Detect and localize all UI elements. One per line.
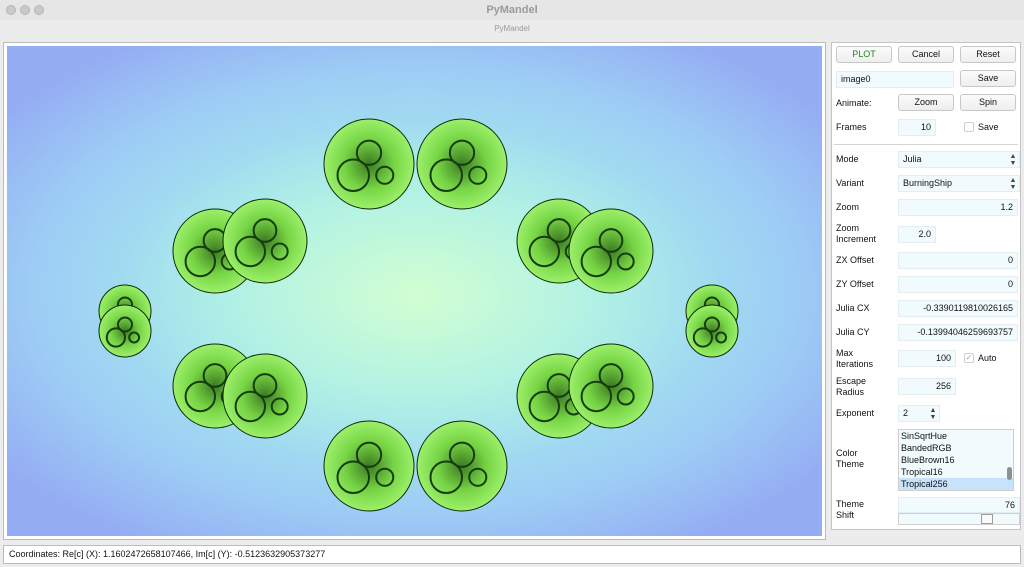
- variant-label: Variant: [836, 178, 864, 188]
- color-theme-option[interactable]: BlueBrown16: [899, 454, 1013, 466]
- reset-button[interactable]: Reset: [960, 46, 1016, 63]
- select-arrows-icon: ▲ ▼: [1009, 177, 1017, 191]
- theme-shift-slider[interactable]: [898, 513, 1020, 525]
- zy-offset-input[interactable]: 0: [898, 276, 1018, 293]
- zoom-input[interactable]: 1.2: [898, 199, 1018, 216]
- color-theme-list[interactable]: SinSqrtHue BandedRGB BlueBrown16 Tropical16…: [898, 429, 1014, 491]
- theme-list-scrollbar[interactable]: [1007, 431, 1012, 489]
- color-theme-option[interactable]: SinSqrtHue: [899, 430, 1013, 442]
- variant-select-value: BurningShip: [903, 178, 953, 188]
- escape-radius-input[interactable]: 256: [898, 378, 956, 395]
- window-subtitle: PyMandel: [494, 24, 530, 33]
- zoom-increment-input[interactable]: 2.0: [898, 226, 936, 243]
- spin-arrows-icon[interactable]: ▲ ▼: [929, 407, 937, 421]
- mode-label: Mode: [836, 154, 859, 164]
- window-title: PyMandel: [486, 4, 538, 16]
- escape-radius-label: Escape Radius: [836, 376, 867, 397]
- cancel-button[interactable]: Cancel: [898, 46, 954, 63]
- select-arrows-icon: ▲ ▼: [1009, 153, 1017, 167]
- mode-select-value: Julia: [903, 154, 922, 164]
- exponent-label: Exponent: [836, 408, 875, 418]
- frames-input[interactable]: 10: [898, 119, 936, 136]
- control-panel: PLOT Cancel Reset image0 Save Animate: Z…: [831, 42, 1021, 530]
- variant-select[interactable]: BurningShip ▲ ▼: [898, 175, 1020, 192]
- exponent-spinbox[interactable]: 2 ▲ ▼: [898, 405, 940, 422]
- julia-fractal-image: [98, 118, 739, 512]
- title-bar: PyMandel: [0, 0, 1024, 20]
- max-iterations-label: Max Iterations: [836, 348, 874, 369]
- zoom-animate-button[interactable]: Zoom: [898, 94, 954, 111]
- plot-button[interactable]: PLOT: [836, 46, 892, 63]
- filename-input[interactable]: image0: [836, 71, 954, 88]
- auto-checkbox[interactable]: ✓: [964, 353, 974, 363]
- zoom-increment-label: Zoom Increment: [836, 223, 877, 244]
- max-iterations-input[interactable]: 100: [898, 350, 956, 367]
- julia-cx-input[interactable]: -0.3390119810026165: [898, 300, 1018, 317]
- save-button[interactable]: Save: [960, 70, 1016, 87]
- coordinates-status-bar: Coordinates: Re[c] (X): 1.16024726581074…: [3, 545, 1021, 564]
- julia-cy-label: Julia CY: [836, 327, 870, 337]
- julia-cy-input[interactable]: -0.13994046259693757: [898, 324, 1018, 341]
- theme-shift-value[interactable]: 76: [898, 497, 1020, 513]
- color-theme-option[interactable]: Tropical16: [899, 466, 1013, 478]
- zy-offset-label: ZY Offset: [836, 279, 874, 289]
- theme-shift-label: Theme Shift: [836, 499, 865, 520]
- exponent-value: 2: [903, 408, 909, 418]
- color-theme-option[interactable]: Tropical256: [899, 478, 1013, 490]
- save-frames-checkbox[interactable]: [964, 122, 974, 132]
- julia-cx-label: Julia CX: [836, 303, 870, 313]
- color-theme-option[interactable]: BandedRGB: [899, 442, 1013, 454]
- zoom-label: Zoom: [836, 202, 860, 212]
- frames-label: Frames: [836, 122, 867, 132]
- spin-animate-button[interactable]: Spin: [960, 94, 1016, 111]
- color-theme-label: Color Theme: [836, 448, 865, 469]
- mode-select[interactable]: Julia ▲ ▼: [898, 151, 1020, 168]
- fractal-canvas[interactable]: [7, 46, 822, 536]
- zx-offset-label: ZX Offset: [836, 255, 874, 265]
- save-frames-label: Save: [978, 122, 999, 132]
- animate-label: Animate:: [836, 98, 872, 108]
- panel-divider: [834, 144, 1018, 145]
- auto-label: Auto: [978, 353, 997, 363]
- theme-list-scroll-thumb[interactable]: [1007, 467, 1012, 480]
- theme-shift-slider-handle[interactable]: [981, 514, 993, 524]
- zx-offset-input[interactable]: 0: [898, 252, 1018, 269]
- fractal-canvas-frame: [3, 42, 826, 540]
